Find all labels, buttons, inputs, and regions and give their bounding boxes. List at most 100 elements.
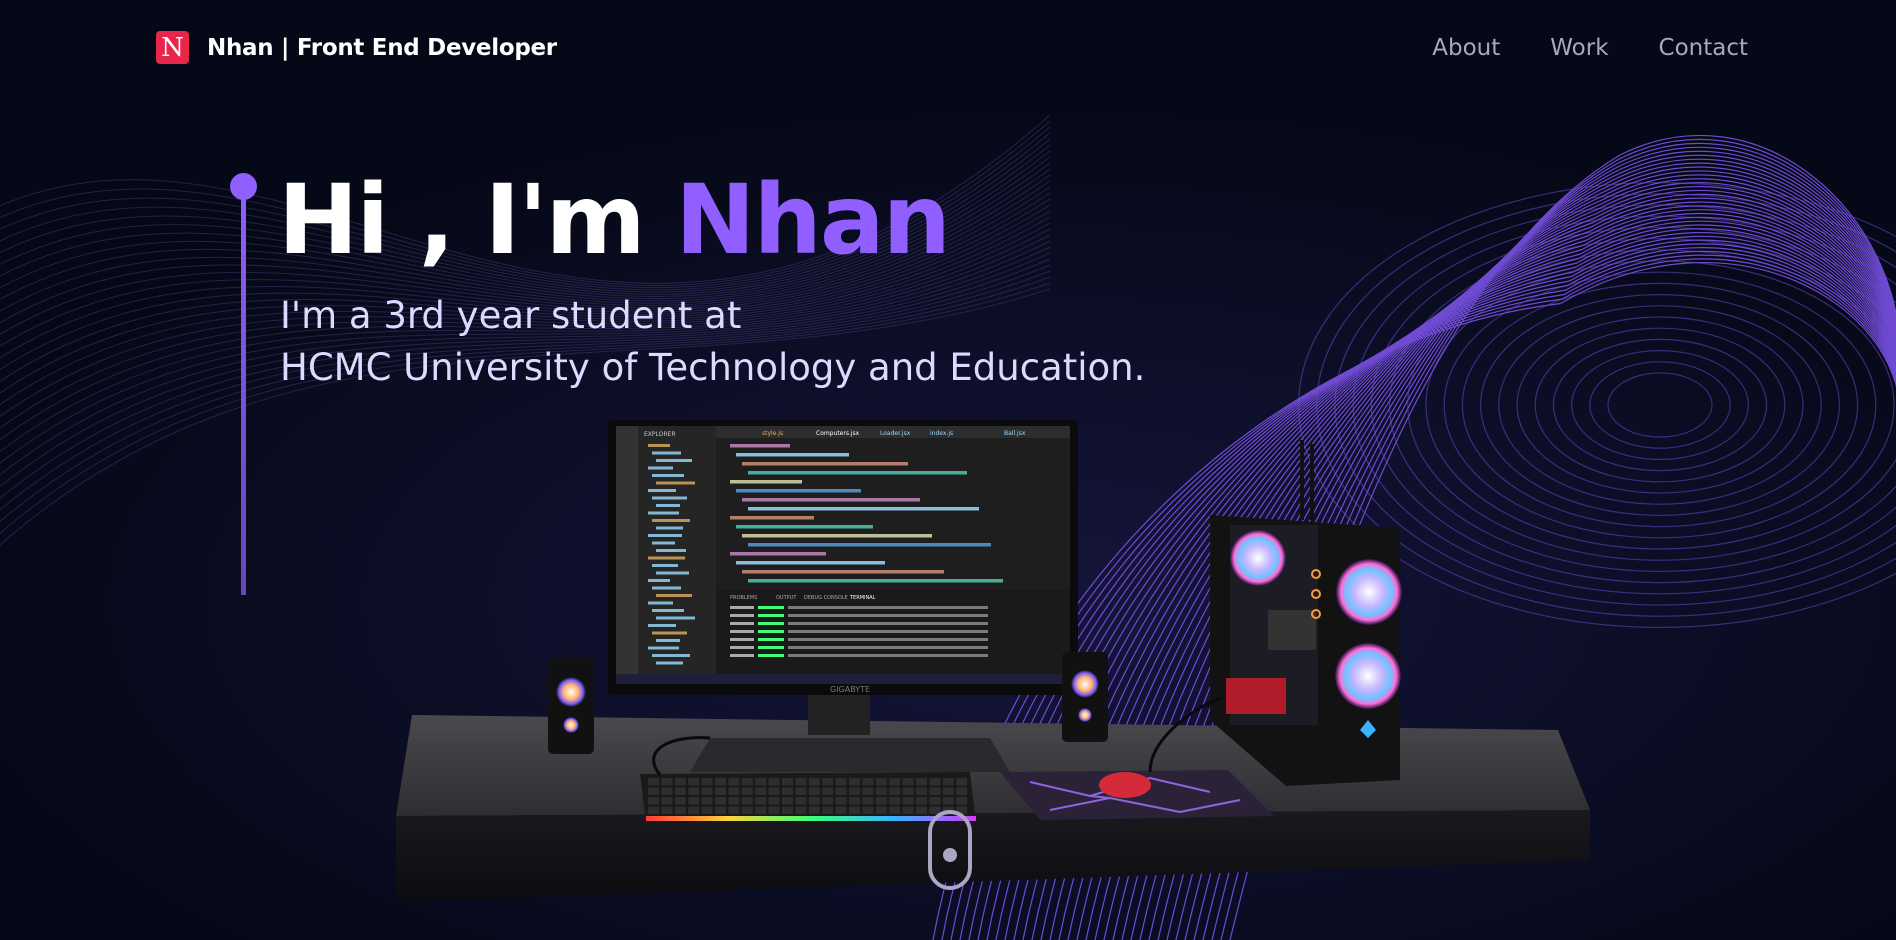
desk-setup-3d-canvas[interactable]: EXPLORER style.js Computers.jsx Loader.j… [390, 420, 1600, 910]
pc-front-fan [1335, 643, 1401, 709]
explorer-file [648, 579, 670, 582]
code-line [742, 498, 920, 502]
editor-status-bar [616, 674, 1070, 684]
terminal-text [788, 646, 988, 649]
monitor-stand [808, 695, 870, 735]
code-line [730, 444, 790, 448]
explorer-file [652, 654, 690, 657]
keyboard-key [916, 787, 927, 795]
keyboard-key [795, 806, 807, 814]
keyboard-key [929, 787, 941, 795]
keyboard-key [902, 806, 914, 814]
nav-link-work[interactable]: Work [1550, 35, 1608, 61]
nav-link-contact[interactable]: Contact [1659, 35, 1748, 61]
keyboard-key [889, 806, 901, 814]
keyboard-key [916, 797, 927, 805]
keyboard-key [741, 797, 753, 805]
desk-front [396, 810, 1590, 902]
keyboard-key [648, 797, 659, 805]
keyboard-rgb-strip [646, 816, 976, 821]
terminal-tag [758, 646, 784, 649]
terminal-tag [758, 638, 784, 641]
explorer-file [648, 534, 682, 537]
code-line [736, 453, 849, 457]
keyboard-key [808, 787, 820, 795]
keyboard-key [661, 797, 673, 805]
terminal-tag [758, 630, 784, 633]
brand-link[interactable]: N Nhan | Front End Developer [156, 31, 557, 64]
explorer-file [652, 564, 678, 567]
keyboard-key [674, 797, 686, 805]
keyboard-key [715, 787, 726, 795]
keyboard-key [889, 797, 901, 805]
explorer-file [648, 511, 679, 515]
code-line [730, 480, 802, 484]
hero-title-name: Nhan [675, 164, 951, 276]
keyboard-key [741, 787, 753, 795]
explorer-file [656, 526, 683, 530]
explorer-file [648, 646, 679, 650]
pc-gpu [1268, 610, 1316, 650]
keyboard-key [956, 778, 968, 786]
keyboard-key [728, 787, 740, 795]
terminal-time [730, 606, 754, 609]
keyboard-key [862, 797, 874, 805]
explorer-file [648, 444, 670, 447]
keyboard-key [755, 797, 767, 805]
keyboard-key [688, 787, 700, 795]
code-line [742, 570, 944, 574]
scroll-mouse-icon[interactable] [928, 810, 972, 890]
explorer-file [652, 609, 684, 612]
keyboard-key [701, 806, 713, 814]
nav-item-work: Work [1550, 35, 1608, 61]
explorer-file [656, 594, 692, 597]
pc-psu-shroud [1226, 678, 1286, 714]
keyboard-key [902, 797, 914, 805]
brand-name: Nhan | Front End Developer [207, 34, 557, 61]
keyboard-key [648, 787, 659, 795]
keyboard-key [728, 778, 740, 786]
keyboard-key [822, 778, 834, 786]
keyboard-key [688, 806, 700, 814]
keyboard-key [701, 797, 713, 805]
keyboard-key [782, 797, 793, 805]
terminal-text [788, 614, 988, 617]
explorer-file [652, 474, 684, 477]
terminal-time [730, 646, 754, 649]
terminal-text [788, 638, 988, 641]
keyboard-key [741, 778, 753, 786]
keyboard-key [755, 778, 767, 786]
explorer-file [652, 586, 681, 590]
keyboard-key [661, 806, 673, 814]
keyboard-key [929, 797, 941, 805]
hero-subtitle-line2: HCMC University of Technology and Educat… [280, 346, 1146, 389]
code-line [736, 489, 861, 493]
keyboard-key [902, 778, 914, 786]
nav-links: About Work Contact [1432, 35, 1748, 61]
nav-item-about: About [1432, 35, 1500, 61]
code-line [742, 462, 908, 466]
keyboard-key [808, 797, 820, 805]
code-line [736, 525, 873, 529]
explorer-file [648, 601, 673, 605]
logo-icon: N [156, 31, 189, 64]
panel-tab-active: TERMINAL [849, 595, 876, 601]
explorer-file [648, 624, 676, 627]
keyboard-key [849, 787, 860, 795]
keyboard-key [875, 797, 887, 805]
explorer-file [652, 496, 687, 500]
keyboard-key [916, 778, 927, 786]
keyboard-key [889, 778, 901, 786]
keyboard-key [661, 778, 673, 786]
keyboard-key [835, 787, 847, 795]
terminal-text [788, 654, 988, 657]
nav-link-about[interactable]: About [1432, 35, 1500, 61]
keyboard-key [942, 797, 954, 805]
code-line [748, 543, 991, 547]
keyboard-key [755, 787, 767, 795]
terminal-tag [758, 654, 784, 657]
desk-setup-illustration: EXPLORER style.js Computers.jsx Loader.j… [396, 420, 1590, 902]
keyboard-key [795, 778, 807, 786]
editor-explorer [638, 426, 716, 684]
keyboard-key [674, 778, 686, 786]
